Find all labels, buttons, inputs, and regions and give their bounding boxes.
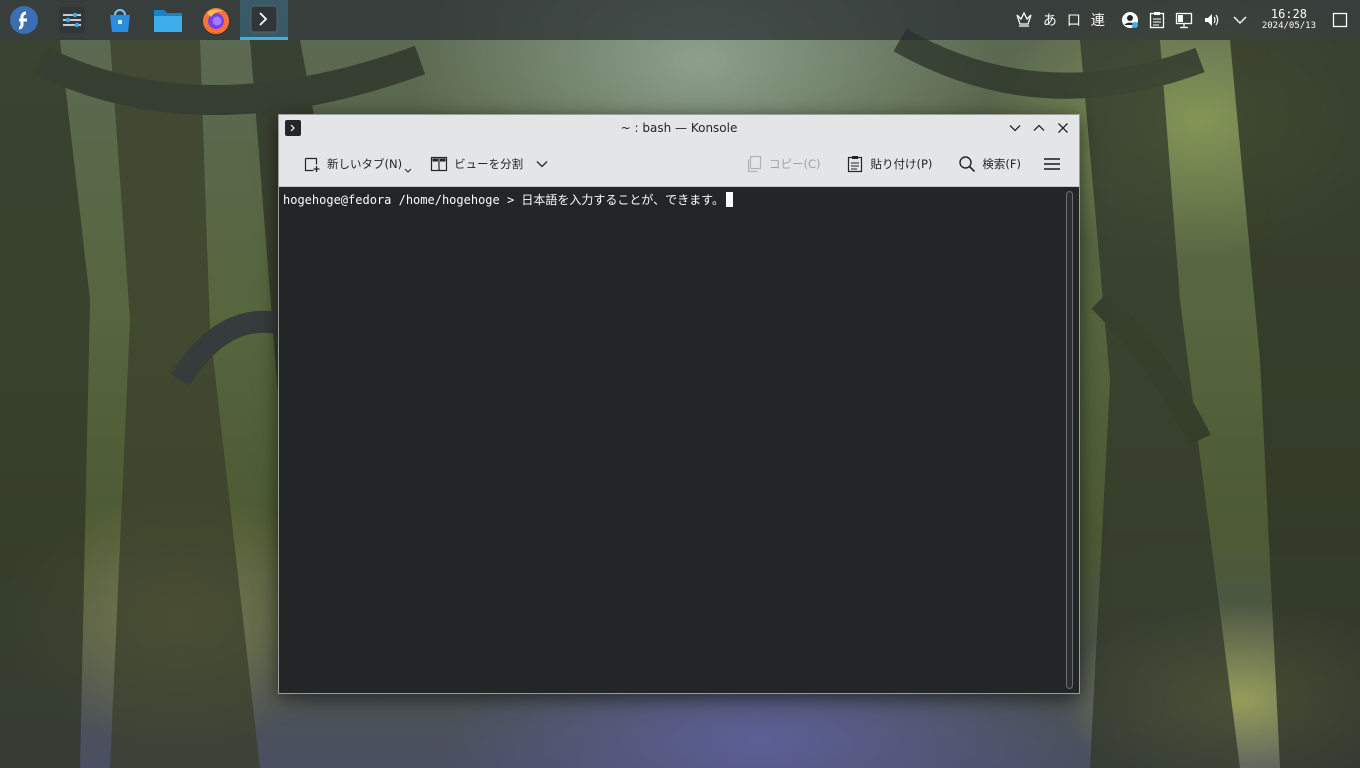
minimize-icon [1009,125,1021,132]
firefox-icon [203,8,229,34]
window-titlebar[interactable]: ~ : bash — Konsole [279,115,1079,141]
paste-icon [848,155,863,172]
terminal-line: hogehoge@fedora /home/hogehoge > 日本語を入力す… [283,192,733,208]
window-title: ~ : bash — Konsole [620,121,738,135]
clock-time: 16:28 [1270,7,1307,21]
input-mode-ren[interactable]: 連 [1086,0,1110,40]
firefox-launcher[interactable] [192,0,240,40]
file-manager-launcher[interactable] [144,0,192,40]
new-tab-icon [304,157,320,172]
system-tray: あ 口 連 16:28 2024/05/13 [1010,0,1360,40]
paste-label: 貼り付け(P) [870,156,933,171]
clipboard-icon[interactable] [1144,0,1170,40]
system-settings-launcher[interactable] [48,0,96,40]
search-button[interactable]: 検索(F) [952,148,1027,180]
file-manager-icon [154,10,182,32]
terminal-view[interactable]: hogehoge@fedora /home/hogehoge > 日本語を入力す… [279,187,1079,693]
system-settings-icon [59,7,85,33]
search-label: 検索(F) [982,156,1021,171]
copy-label: コピー(C) [768,156,821,171]
terminal-input: 日本語を入力することが、できます。 [521,193,724,207]
window-controls [1003,115,1075,141]
maximize-button[interactable] [1027,116,1051,140]
clock-date: 2024/05/13 [1261,21,1316,31]
hamburger-menu-icon [1044,157,1060,170]
paste-button[interactable]: 貼り付け(P) [840,148,938,180]
new-tab-dropdown-icon [404,168,412,173]
close-icon [1058,123,1068,133]
input-mode-square[interactable]: 口 [1062,0,1086,40]
input-mode-hiragana[interactable]: あ [1038,0,1062,40]
minimize-button[interactable] [1003,116,1027,140]
fedora-icon [10,6,38,34]
network-icon[interactable] [1170,0,1198,40]
input-method-crown-icon[interactable] [1010,0,1038,40]
terminal-prompt: hogehoge@fedora /home/hogehoge > [283,193,522,207]
konsole-window: ~ : bash — Konsole 新しいタブ(N) ビューを分割 コピー(C… [278,114,1080,694]
fedora-launcher[interactable] [0,0,48,40]
close-button[interactable] [1051,116,1075,140]
konsole-toolbar: 新しいタブ(N) ビューを分割 コピー(C) 貼り付け(P) 検索(F) [279,141,1079,187]
digital-clock[interactable]: 16:28 2024/05/13 [1254,8,1324,32]
maximize-icon [1033,124,1045,131]
copy-icon [747,155,762,172]
split-view-label: ビューを分割 [454,156,524,171]
show-desktop-icon[interactable] [1324,0,1360,40]
tray-expand-chevron-icon[interactable] [1226,0,1254,40]
konsole-launcher[interactable] [240,0,288,40]
hamburger-menu-button[interactable] [1037,148,1067,180]
konsole-icon [250,5,278,32]
search-icon [959,155,976,172]
copy-button[interactable]: コピー(C) [739,148,827,180]
terminal-cursor [725,192,733,207]
split-view-dropdown-icon[interactable] [535,157,549,171]
user-status-icon[interactable] [1116,0,1144,40]
top-panel: あ 口 連 16:28 2024/05/13 [0,0,1360,40]
software-center-icon [110,9,130,32]
konsole-window-icon[interactable] [285,120,301,136]
volume-icon[interactable] [1198,0,1226,40]
split-view-icon [430,156,448,171]
new-tab-button[interactable]: 新しいタブ(N) [297,148,418,180]
split-view-button[interactable]: ビューを分割 [424,148,555,180]
terminal-scrollbar[interactable] [1066,191,1073,689]
new-tab-label: 新しいタブ(N) [327,156,403,171]
software-center-launcher[interactable] [96,0,144,40]
